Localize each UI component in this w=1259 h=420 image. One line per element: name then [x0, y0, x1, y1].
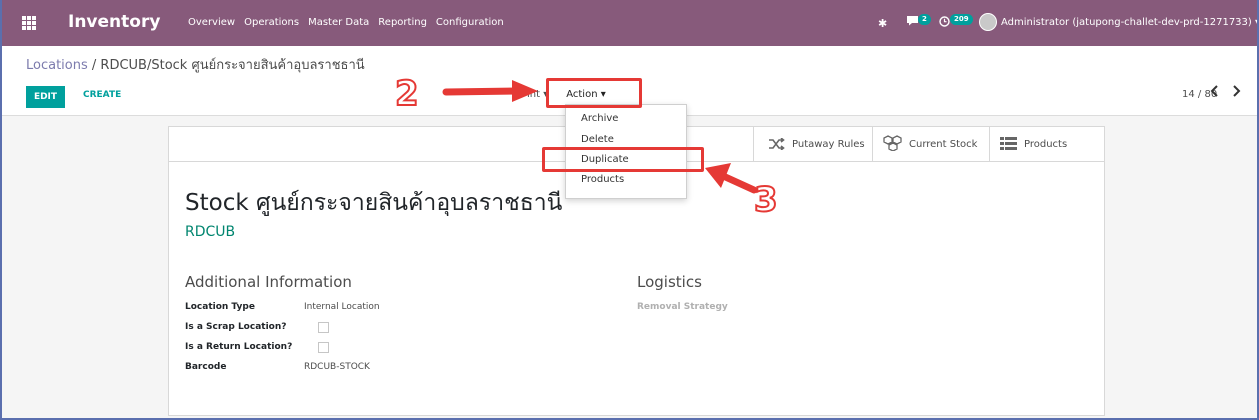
cubes-icon	[883, 134, 902, 155]
removal-strategy-label: Removal Strategy	[637, 302, 728, 312]
return-location-checkbox[interactable]	[318, 342, 329, 353]
activity-count-badge: 209	[950, 14, 973, 25]
print-label: int	[527, 89, 541, 100]
top-navbar: Inventory Overview Operations Master Dat…	[2, 0, 1257, 46]
barcode-label: Barcode	[185, 362, 227, 372]
scrap-location-label: Is a Scrap Location?	[185, 322, 287, 332]
section-additional-information: Additional Information	[185, 273, 352, 291]
create-button[interactable]: CREATE	[83, 90, 121, 100]
chevron-down-icon: ▾	[1255, 17, 1257, 28]
apps-menu-icon[interactable]	[22, 16, 36, 30]
list-icon	[1000, 136, 1017, 154]
menu-item-operations[interactable]: Operations	[244, 17, 299, 28]
chat-count-badge: 2	[918, 14, 931, 25]
breadcrumb-locations[interactable]: Locations	[26, 58, 88, 73]
section-logistics: Logistics	[637, 273, 702, 291]
record-title: Stock ศูนย์กระจายสินค้าอุบลราชธานี	[185, 190, 563, 216]
app-window: Inventory Overview Operations Master Dat…	[0, 0, 1259, 420]
user-menu[interactable]: Administrator (jatupong-challet-dev-prd-…	[1001, 17, 1257, 28]
scrap-location-checkbox[interactable]	[318, 322, 329, 333]
pager-previous-button[interactable]	[1210, 85, 1220, 101]
app-title[interactable]: Inventory	[68, 12, 160, 32]
step-number-3: 3	[753, 179, 779, 221]
breadcrumb-current: RDCUB/Stock ศูนย์กระจายสินค้าอุบลราชธานี	[100, 58, 365, 73]
edit-button[interactable]: EDIT	[26, 86, 65, 108]
location-type-value: Internal Location	[304, 302, 380, 312]
barcode-value: RDCUB-STOCK	[304, 362, 370, 372]
highlight-action-button	[546, 78, 642, 108]
bug-icon[interactable]: ✱	[878, 17, 887, 30]
action-menu-item-archive[interactable]: Archive	[581, 113, 618, 124]
highlight-duplicate-item	[542, 147, 704, 172]
pager-next-button[interactable]	[1231, 85, 1241, 101]
main-menu: Overview Operations Master Data Reportin…	[188, 17, 504, 28]
record-parent-location[interactable]: RDCUB	[185, 224, 235, 240]
products-label: Products	[1024, 139, 1068, 150]
breadcrumb-separator: /	[87, 58, 101, 73]
arrow-to-action	[442, 80, 538, 102]
return-location-label: Is a Return Location?	[185, 342, 293, 352]
user-name: Administrator (jatupong-challet-dev-prd-…	[1001, 17, 1252, 28]
menu-item-master-data[interactable]: Master Data	[308, 17, 369, 28]
action-menu-item-delete[interactable]: Delete	[581, 134, 614, 145]
location-type-label: Location Type	[185, 302, 255, 312]
breadcrumb: Locations / RDCUB/Stock ศูนย์กระจายสินค้…	[26, 54, 365, 75]
chat-icon[interactable]	[906, 15, 919, 29]
step-number-2: 2	[394, 73, 420, 115]
putaway-rules-label: Putaway Rules	[792, 139, 865, 150]
shuffle-icon	[768, 136, 785, 154]
user-avatar[interactable]	[979, 13, 997, 31]
current-stock-button[interactable]: Current Stock	[872, 127, 989, 162]
menu-item-reporting[interactable]: Reporting	[378, 17, 427, 28]
products-button[interactable]: Products	[989, 127, 1104, 162]
menu-item-configuration[interactable]: Configuration	[436, 17, 504, 28]
current-stock-label: Current Stock	[909, 139, 978, 150]
action-menu-item-products[interactable]: Products	[581, 174, 624, 185]
menu-item-overview[interactable]: Overview	[188, 17, 235, 28]
putaway-rules-button[interactable]: Putaway Rules	[753, 127, 872, 162]
activity-clock-icon[interactable]	[939, 16, 950, 30]
